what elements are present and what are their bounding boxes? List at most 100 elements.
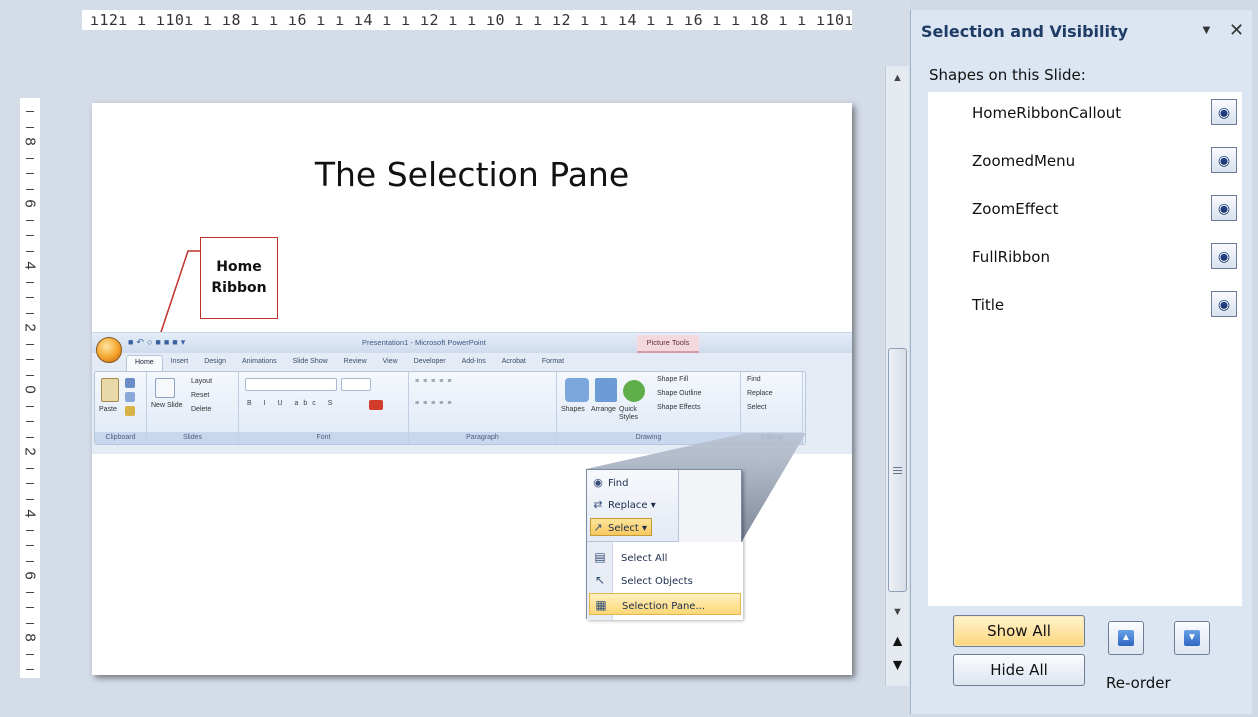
- vertical-ruler-tick: [26, 235, 34, 236]
- arrow-pointer-icon: ↖: [594, 573, 606, 587]
- grip-icon: [893, 466, 902, 474]
- visibility-toggle[interactable]: ◉: [1211, 291, 1237, 317]
- zoomed-select-label: Select: [608, 523, 639, 534]
- ribbon-tab-view: View: [382, 358, 398, 365]
- paste-icon: [101, 378, 119, 402]
- group-label-drawing: Drawing: [557, 432, 740, 444]
- home-ribbon-callout[interactable]: Home Ribbon: [200, 237, 278, 319]
- vertical-ruler-number: 2: [21, 323, 39, 332]
- paste-label: Paste: [99, 406, 117, 413]
- hide-all-button[interactable]: Hide All: [953, 654, 1085, 686]
- selection-pane: Selection and Visibility ▼ ✕ Shapes on t…: [910, 10, 1252, 714]
- horizontal-ruler: ı12ı ı ı10ı ı ı8 ı ı ı6 ı ı ı4 ı ı ı2 ı …: [82, 10, 852, 30]
- chevron-down-icon[interactable]: ▼: [1200, 22, 1213, 37]
- ribbon-group-editing: Find Replace Select Editing: [741, 372, 803, 444]
- vertical-ruler-tick: [26, 483, 34, 484]
- visibility-toggle[interactable]: ◉: [1211, 99, 1237, 125]
- shape-row-title[interactable]: Title ◉: [928, 286, 1242, 334]
- shapes-icon: [565, 378, 589, 402]
- shape-name[interactable]: ZoomEffect: [972, 200, 1058, 218]
- visibility-toggle[interactable]: ◉: [1211, 195, 1237, 221]
- quick-styles-label: Quick Styles: [619, 406, 639, 421]
- visibility-toggle[interactable]: ◉: [1211, 243, 1237, 269]
- vertical-ruler-tick: [26, 157, 34, 159]
- move-up-button[interactable]: ▲: [1108, 621, 1144, 655]
- arrange-label: Arrange: [591, 406, 616, 413]
- shape-row-zoomedmenu[interactable]: ZoomedMenu ◉: [928, 142, 1242, 190]
- previous-slide-button[interactable]: ▲: [886, 632, 909, 652]
- next-slide-button[interactable]: ▼: [886, 656, 909, 676]
- zoomed-replace-label: Replace: [608, 500, 648, 511]
- office-orb-icon: [96, 337, 122, 363]
- select-dropdown: ▤ Select All ↖ Select Objects ▦ Selection P…: [587, 542, 743, 620]
- slide-editor[interactable]: ı12ı ı ı10ı ı ı8 ı ı ı6 ı ı ı4 ı ı ı2 ı …: [0, 0, 910, 717]
- quick-access-toolbar: ■↶○■■■▾: [128, 337, 189, 347]
- find-label: Find: [747, 376, 761, 383]
- new-slide-icon: [155, 378, 175, 398]
- vertical-ruler-tick: [26, 421, 34, 422]
- shape-name[interactable]: FullRibbon: [972, 248, 1050, 266]
- shape-row-zoomeffect[interactable]: ZoomEffect ◉: [928, 190, 1242, 238]
- zoomed-replace: ⇄ Replace ▾: [591, 496, 655, 514]
- move-down-button[interactable]: ▼: [1174, 621, 1210, 655]
- select-all-label: Select All: [621, 553, 668, 564]
- chevron-down-icon: ▾: [638, 523, 648, 534]
- new-slide-label: New Slide: [151, 402, 183, 409]
- ribbon-title-bar: ■↶○■■■▾ Presentation1 - Microsoft PowerP…: [92, 333, 852, 353]
- shape-row-homeribboncallout[interactable]: HomeRibbonCallout ◉: [928, 94, 1242, 142]
- vertical-ruler-tick: [26, 281, 34, 283]
- list-buttons: ≡≡≡≡≡: [415, 378, 456, 385]
- zoomed-select: ↗ Select ▾: [590, 518, 653, 536]
- double-chevron-up-icon: ▲: [889, 633, 906, 650]
- vertical-ruler-tick: [26, 591, 34, 593]
- font-size-box: [341, 378, 371, 391]
- group-label-paragraph: Paragraph: [409, 432, 556, 444]
- shapes-subtitle: Shapes on this Slide:: [929, 66, 1086, 84]
- group-label-editing: Editing: [741, 432, 802, 444]
- scroll-down-button[interactable]: ▼: [886, 602, 909, 622]
- shape-name[interactable]: HomeRibbonCallout: [972, 104, 1121, 122]
- pane-header: Selection and Visibility ▼ ✕: [911, 18, 1253, 48]
- shape-name[interactable]: ZoomedMenu: [972, 152, 1075, 170]
- vertical-scrollbar[interactable]: ▲ ▼ ▲ ▼: [885, 66, 909, 686]
- triangle-up-icon: ▲: [892, 72, 903, 84]
- vertical-ruler: 8 6 4 2 0 2 4 6 8: [20, 98, 40, 678]
- format-painter-icon: [125, 406, 135, 416]
- slide-canvas[interactable]: The Selection Pane Home Ribbon ■↶○■■■▾ P…: [92, 103, 852, 675]
- layout-label: Layout: [191, 378, 213, 385]
- vertical-ruler-number: 8: [21, 633, 39, 642]
- cut-icon: [125, 378, 135, 388]
- arrange-icon: [595, 378, 617, 402]
- shape-name[interactable]: Title: [972, 296, 1004, 314]
- powerpoint-window: ı12ı ı ı10ı ı ı8 ı ı ı6 ı ı ı4 ı ı ı2 ı …: [0, 0, 1258, 717]
- binoculars-icon: ◉: [593, 476, 603, 489]
- close-icon[interactable]: ✕: [1229, 20, 1244, 41]
- shape-row-fullribbon[interactable]: FullRibbon ◉: [928, 238, 1242, 286]
- vertical-ruler-tick: [26, 498, 34, 500]
- vertical-ruler-number: 8: [21, 137, 39, 146]
- select-all-icon: ▤: [594, 550, 606, 564]
- vertical-ruler-tick: [26, 436, 34, 438]
- font-name-box: [245, 378, 337, 391]
- vertical-ruler-tick: [26, 173, 34, 174]
- ribbon-tab-insert: Insert: [170, 358, 189, 365]
- ribbon-group-font: B I U abc S Font: [239, 372, 409, 444]
- callout-text: Home Ribbon: [211, 259, 267, 296]
- vertical-ruler-tick: [26, 188, 34, 190]
- vertical-ruler-number: 4: [21, 509, 39, 518]
- shape-list: HomeRibbonCallout ◉ ZoomedMenu ◉ ZoomEff…: [928, 92, 1242, 606]
- zoomed-menu[interactable]: ◉ Find ⇄ Replace ▾ ↗ Select ▾ ▤ Select All: [586, 469, 743, 620]
- scroll-up-button[interactable]: ▲: [886, 66, 909, 90]
- arrow-up-icon: ▲: [1118, 630, 1134, 646]
- vertical-ruler-tick: [26, 126, 34, 128]
- ribbon-tab-slide-show: Slide Show: [292, 358, 328, 365]
- scroll-thumb[interactable]: [888, 348, 907, 592]
- reset-label: Reset: [191, 392, 210, 399]
- font-color-icon: [369, 400, 383, 410]
- ribbon-tab-animations: Animations: [242, 358, 277, 365]
- show-all-button[interactable]: Show All: [953, 615, 1085, 647]
- full-ribbon[interactable]: ■↶○■■■▾ Presentation1 - Microsoft PowerP…: [92, 332, 852, 454]
- font-format-buttons: B I U abc S: [247, 400, 338, 407]
- visibility-toggle[interactable]: ◉: [1211, 147, 1237, 173]
- vertical-ruler-tick: [26, 622, 34, 624]
